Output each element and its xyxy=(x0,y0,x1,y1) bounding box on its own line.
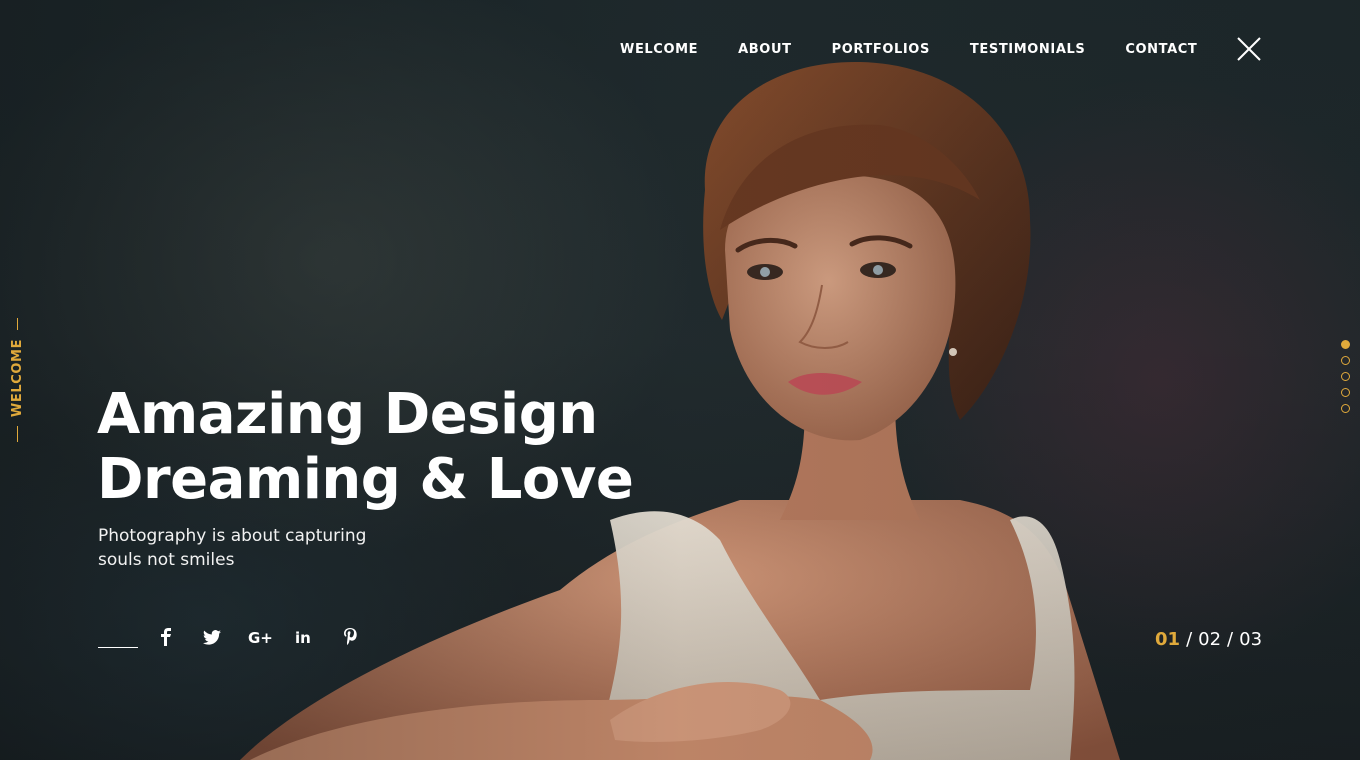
slide-dot-5[interactable] xyxy=(1341,404,1350,413)
nav-item-portfolios[interactable]: PORTFOLIOS xyxy=(832,40,930,60)
slide-counter-second[interactable]: 02 xyxy=(1198,629,1221,650)
side-welcome-text: WELCOME xyxy=(10,338,25,418)
side-welcome-label: WELCOME xyxy=(10,318,26,442)
slide-counter: 01/02/03 xyxy=(1155,628,1262,652)
social-links: G+ in xyxy=(98,627,386,653)
hero-section: WELCOME ABOUT PORTFOLIOS TESTIMONIALS CO… xyxy=(0,0,1360,760)
slide-counter-separator: / xyxy=(1186,629,1193,650)
subtext-line-2: souls not smiles xyxy=(98,550,235,570)
social-divider xyxy=(98,646,138,648)
svg-text:in: in xyxy=(295,629,311,645)
headline-line-2: Dreaming & Love xyxy=(97,447,634,512)
slide-dots xyxy=(1341,340,1353,420)
side-line-top xyxy=(17,318,18,330)
subtext-line-1: Photography is about capturing xyxy=(98,526,367,546)
nav-item-testimonials[interactable]: TESTIMONIALS xyxy=(970,40,1085,60)
slide-dot-2[interactable] xyxy=(1341,356,1350,365)
linkedin-icon[interactable]: in xyxy=(294,628,314,652)
hero-subtext: Photography is about capturing souls not… xyxy=(98,524,398,572)
facebook-icon[interactable] xyxy=(156,627,176,653)
hero-headline: Amazing Design Dreaming & Love xyxy=(97,382,634,512)
pinterest-icon[interactable] xyxy=(340,627,360,653)
slide-counter-separator: / xyxy=(1227,629,1234,650)
nav-item-welcome[interactable]: WELCOME xyxy=(620,40,698,60)
slide-dot-3[interactable] xyxy=(1341,372,1350,381)
headline-line-1: Amazing Design xyxy=(97,382,598,447)
slide-dot-1[interactable] xyxy=(1341,340,1350,349)
twitter-icon[interactable] xyxy=(202,628,222,652)
google-plus-icon[interactable]: G+ xyxy=(248,628,273,652)
side-line-bottom xyxy=(17,426,18,442)
svg-text:G+: G+ xyxy=(248,629,272,645)
slide-dot-4[interactable] xyxy=(1341,388,1350,397)
slide-counter-third[interactable]: 03 xyxy=(1239,629,1262,650)
nav-item-about[interactable]: ABOUT xyxy=(738,40,791,60)
nav-item-contact[interactable]: CONTACT xyxy=(1125,40,1197,60)
close-icon[interactable] xyxy=(1236,36,1262,62)
slide-counter-current[interactable]: 01 xyxy=(1155,629,1180,650)
main-nav: WELCOME ABOUT PORTFOLIOS TESTIMONIALS CO… xyxy=(600,40,1217,60)
